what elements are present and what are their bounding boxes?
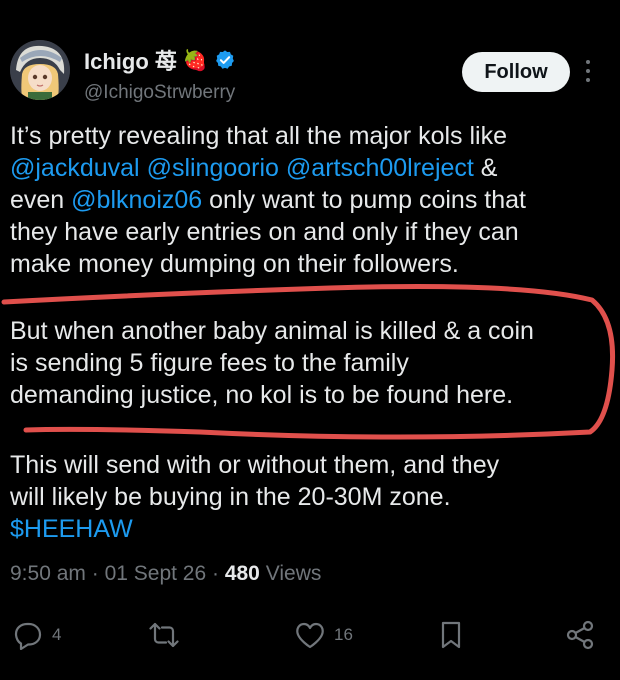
tweet-line: But when another baby animal is killed &… — [10, 317, 534, 345]
tweet-text-fragment: even — [10, 186, 72, 214]
mention-link[interactable]: @slingoorio — [147, 154, 279, 182]
meta-separator: · — [91, 562, 105, 585]
mention-link[interactable]: @artsch00lreject — [286, 154, 474, 182]
tweet-meta: 9:50 am · 01 Sept 26 · 480 Views — [10, 562, 321, 586]
anime-avatar-icon — [10, 40, 70, 100]
tweet-line: make money dumping on their followers. — [10, 250, 459, 278]
follow-button[interactable]: Follow — [462, 52, 570, 92]
tweet-line: they have early entries on and only if t… — [10, 218, 519, 246]
share-button[interactable] — [564, 620, 596, 650]
repost-button[interactable] — [148, 620, 180, 650]
more-options-icon[interactable] — [582, 60, 594, 88]
author-name-row: Ichigo 苺 🍓 — [84, 44, 236, 76]
reply-icon — [14, 622, 42, 650]
tweet-line: will likely be buying in the 20-30M zone… — [10, 483, 451, 511]
reply-count: 4 — [52, 625, 62, 644]
tweet-paragraph-1: It’s pretty revealing that all the major… — [10, 120, 610, 280]
author-handle[interactable]: @IchigoStrwberry — [84, 82, 235, 104]
reply-button[interactable]: 4 — [12, 620, 61, 650]
cashtag-link[interactable]: $HEEHAW — [10, 513, 610, 545]
tweet-date[interactable]: 01 Sept 26 — [105, 562, 207, 585]
views-label: Views — [265, 562, 322, 585]
verified-badge-icon — [215, 50, 234, 69]
like-count: 16 — [334, 625, 353, 644]
like-button[interactable]: 16 — [294, 620, 353, 650]
repost-icon — [149, 622, 179, 648]
tweet-time[interactable]: 9:50 am — [10, 562, 86, 585]
author-display-name[interactable]: Ichigo 苺 — [84, 44, 177, 76]
share-icon — [566, 620, 594, 650]
tweet-line: This will send with or without them, and… — [10, 451, 500, 479]
tweet-line: @jackduval @slingoorio @artsch00lreject … — [10, 152, 610, 184]
heart-icon — [296, 622, 324, 649]
tweet-actions: 4 16 — [0, 614, 620, 664]
tweet-line: is sending 5 figure fees to the family — [10, 349, 409, 377]
tweet-header: Ichigo 苺 🍓 @IchigoStrwberry Follow — [0, 0, 620, 110]
bookmark-icon — [441, 621, 461, 649]
strawberry-emoji: 🍓 — [182, 49, 208, 72]
meta-separator: · — [212, 562, 225, 585]
mention-link[interactable]: @jackduval — [10, 154, 140, 182]
tweet-text-fragment: only want to pump coins that — [202, 186, 526, 214]
tweet-paragraph-2: But when another baby animal is killed &… — [10, 315, 610, 411]
views-count: 480 — [224, 562, 260, 585]
tweet-line: demanding justice, no kol is to be found… — [10, 381, 514, 409]
tweet-paragraph-3: This will send with or without them, and… — [10, 449, 610, 545]
tweet-text-fragment: & — [473, 154, 498, 182]
tweet-line: It’s pretty revealing that all the major… — [10, 122, 507, 150]
mention-link[interactable]: @blknoiz06 — [71, 186, 202, 214]
author-avatar[interactable] — [10, 40, 70, 100]
bookmark-button[interactable] — [436, 620, 466, 650]
tweet-line: even @blknoiz06 only want to pump coins … — [10, 184, 610, 216]
